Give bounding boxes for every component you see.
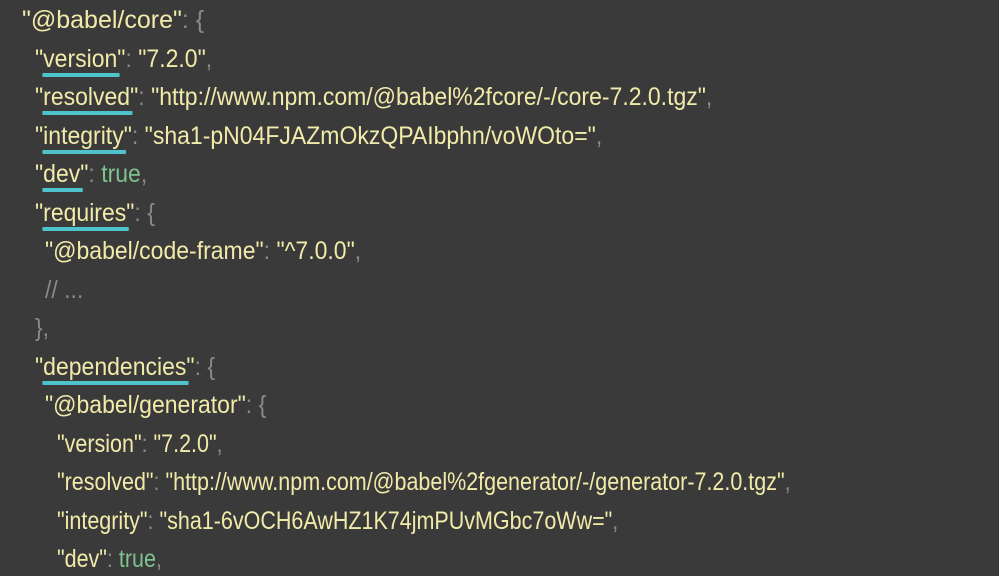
json-string: "7.2.0" (138, 44, 206, 73)
json-string: "version" (57, 429, 142, 458)
punctuation: }, (35, 314, 50, 342)
punctuation: : (88, 160, 102, 188)
punctuation: , (155, 545, 162, 573)
code-comment: // ... (45, 275, 84, 304)
json-string: "@babel/core" (22, 6, 182, 34)
punctuation: , (216, 429, 223, 458)
punctuation: , (205, 44, 213, 73)
json-string: "dev" (57, 545, 107, 573)
code-line: "dependencies": { (35, 350, 215, 384)
code-line: "integrity": "sha1-pN04FJAZmOkzQPAIbphn/… (35, 119, 602, 153)
json-string: "http://www.npm.com/@babel%2fcore/-/core… (151, 83, 706, 111)
code-line: "@babel/code-frame": "^7.0.0", (45, 234, 361, 268)
json-string: "http://www.npm.com/@babel%2fgenerator/-… (165, 468, 785, 496)
punctuation: : (138, 83, 152, 111)
punctuation: : { (181, 6, 205, 34)
punctuation: , (595, 121, 603, 150)
punctuation: : (125, 44, 139, 73)
code-line: }, (35, 311, 49, 345)
json-string: "^7.0.0" (276, 237, 355, 265)
json-boolean: true (118, 545, 156, 573)
code-line: "integrity": "sha1-6vOCH6AwHZ1K74jmPUvMG… (57, 504, 618, 538)
code-line: "resolved": "http://www.npm.com/@babel%2… (35, 80, 712, 114)
code-line: "version": "7.2.0", (57, 427, 223, 461)
code-line: "dev": true, (35, 157, 147, 191)
json-string: "@babel/generator" (45, 391, 246, 419)
json-string: "integrity" (57, 506, 148, 535)
json-string: "@babel/code-frame" (45, 237, 264, 265)
punctuation: : { (194, 352, 216, 381)
json-key: "dev" (35, 160, 89, 188)
punctuation: , (354, 237, 362, 265)
code-line: "@babel/generator": { (45, 388, 266, 422)
punctuation: : (131, 121, 145, 150)
json-string: "7.2.0" (153, 429, 217, 458)
code-line: "@babel/core": { (22, 3, 204, 37)
punctuation: , (140, 160, 148, 188)
json-string: "sha1-6vOCH6AwHZ1K74jmPUvMGbc7oWw=" (159, 506, 613, 535)
punctuation: : (153, 468, 166, 496)
json-key: "resolved" (35, 83, 139, 111)
json-key: "dependencies" (35, 352, 195, 381)
punctuation: : (141, 429, 154, 458)
punctuation: : (263, 237, 277, 265)
punctuation: : { (245, 391, 267, 419)
json-string: "sha1-pN04FJAZmOkzQPAIbphn/voWOto=" (144, 121, 596, 150)
punctuation: : (147, 506, 160, 535)
code-line: "version": "7.2.0", (35, 42, 212, 76)
punctuation: : { (134, 198, 155, 227)
punctuation: , (784, 468, 791, 496)
code-line: // ... (45, 273, 83, 307)
punctuation: , (705, 83, 713, 111)
json-string: "resolved" (57, 468, 154, 496)
json-key: "version" (35, 44, 126, 73)
code-line: "dev": true, (57, 542, 162, 576)
code-line: "resolved": "http://www.npm.com/@babel%2… (57, 465, 791, 499)
json-key: "integrity" (35, 121, 132, 150)
punctuation: : (106, 545, 119, 573)
punctuation: , (612, 506, 619, 535)
json-key: "requires" (35, 198, 135, 227)
code-line: "requires": { (35, 196, 155, 230)
json-boolean: true (101, 160, 141, 188)
